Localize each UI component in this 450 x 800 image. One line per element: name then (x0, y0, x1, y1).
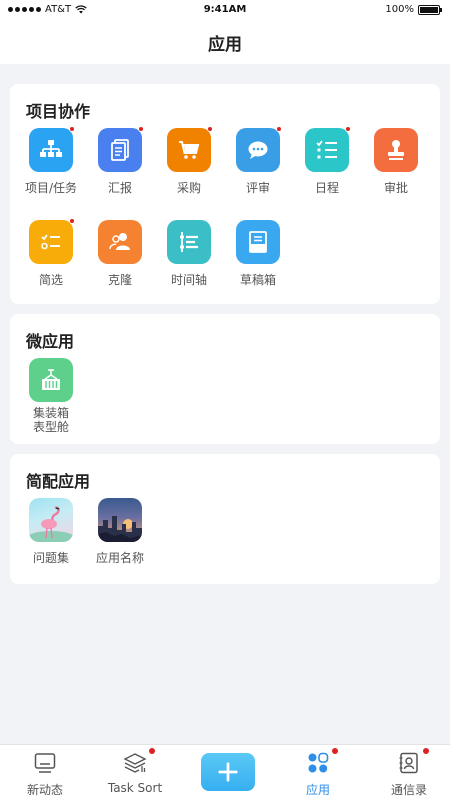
stamp-icon (374, 128, 418, 172)
layers-icon (123, 748, 155, 775)
app-label: 日程 (314, 181, 339, 195)
app-label: 克隆 (107, 273, 132, 287)
city-dusk-image-icon (98, 498, 142, 542)
tab-task-sort[interactable]: Task Sort (90, 748, 180, 795)
status-right: 100% (385, 4, 442, 15)
app-drafts[interactable]: 草稿箱 (223, 220, 293, 287)
page-title: 应用 (208, 34, 242, 55)
app-purchase[interactable]: 采购 (154, 126, 224, 195)
section-title: 简配应用 (26, 472, 91, 491)
notification-badge (69, 126, 75, 132)
tab-contacts[interactable]: 通信录 (364, 748, 450, 798)
org-chart-icon (29, 126, 75, 172)
app-simple-select[interactable]: 简选 (16, 218, 86, 287)
app-approval[interactable]: 审批 (361, 128, 431, 195)
battery-label: 100% (385, 4, 414, 15)
app-review[interactable]: 评审 (223, 126, 293, 195)
app-report[interactable]: 汇报 (85, 126, 155, 195)
app-label: 时间轴 (170, 273, 207, 287)
plus-icon (218, 762, 238, 782)
notification-badge (207, 126, 213, 132)
app-app-name[interactable]: 应用名称 (85, 498, 155, 565)
app-container-cabin[interactable]: 集装箱 表型舱 (16, 358, 86, 434)
tab-label: 通信录 (390, 783, 427, 797)
app-label: 项目/任务 (24, 181, 78, 195)
app-label: 审批 (383, 181, 408, 195)
app-label: 简选 (38, 273, 63, 287)
notification-badge (423, 748, 429, 754)
tab-label: Task Sort (107, 781, 163, 795)
notification-badge (149, 748, 155, 754)
app-schedule[interactable]: 日程 (292, 126, 362, 195)
app-project-task[interactable]: 项目/任务 (16, 126, 86, 195)
notification-badge (276, 126, 282, 132)
section-title: 项目协作 (26, 102, 91, 121)
micro-app-section: 微应用 集装箱 表型舱 (10, 314, 440, 444)
app-label: 问题集 (32, 551, 69, 565)
simple-app-section: 简配应用 问题集 应用名称 (10, 454, 440, 584)
checklist-icon (305, 126, 351, 172)
app-question-set[interactable]: 问题集 (16, 498, 86, 565)
app-label: 草稿箱 (239, 273, 276, 287)
app-label: 汇报 (107, 181, 132, 195)
notification-badge (332, 748, 338, 754)
tab-label: 新动态 (26, 783, 63, 797)
app-label: 评审 (245, 181, 270, 195)
app-label: 采购 (176, 181, 201, 195)
app-label-line1: 集装箱 (32, 406, 69, 420)
monitor-icon (33, 751, 57, 775)
add-button[interactable] (201, 753, 255, 791)
clone-users-icon (98, 220, 142, 264)
draft-box-icon (236, 220, 280, 264)
status-time: 9:41AM (203, 4, 247, 15)
status-bar: AT&T 9:41AM 100% (0, 0, 450, 20)
notification-badge (345, 126, 351, 132)
container-icon (29, 358, 73, 402)
tab-news-feed[interactable]: 新动态 (0, 751, 90, 798)
flamingo-image-icon (29, 498, 73, 542)
app-timeline[interactable]: 时间轴 (154, 220, 224, 287)
section-title: 微应用 (26, 332, 75, 351)
notification-badge (138, 126, 144, 132)
app-label-line2: 表型舱 (32, 420, 69, 434)
collab-section: 项目协作 项目/任务 汇报 采购 评审 日程 审批 简选 克隆 时间轴 草稿箱 (10, 84, 440, 304)
select-list-icon (29, 218, 75, 264)
nav-bar: 应用 (0, 20, 450, 64)
app-label: 应用名称 (95, 551, 144, 565)
chat-bubble-icon (236, 126, 282, 172)
apps-grid-icon (306, 748, 338, 775)
contacts-book-icon (397, 748, 429, 775)
tab-apps[interactable]: 应用 (273, 748, 363, 798)
notification-badge (69, 218, 75, 224)
timeline-icon (167, 220, 211, 264)
shopping-cart-icon (167, 126, 213, 172)
tab-label: 应用 (305, 783, 330, 797)
documents-icon (98, 126, 144, 172)
battery-icon (418, 4, 442, 15)
app-clone[interactable]: 克隆 (85, 220, 155, 287)
tab-bar: 新动态 Task Sort 应用 通信录 (0, 744, 450, 800)
